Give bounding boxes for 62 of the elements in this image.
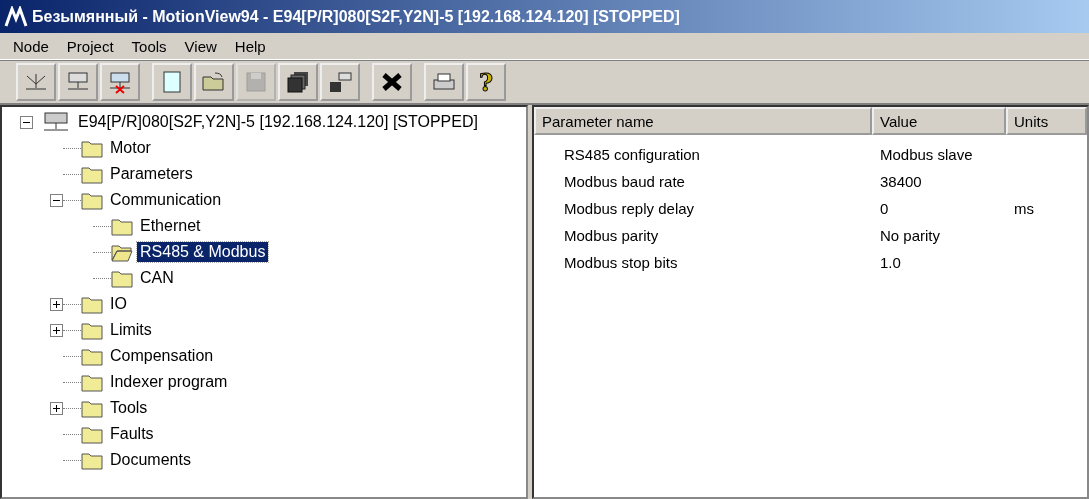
window-title: Безымянный - MotionView94 - E94[P/R]080[S2F,Y2N]-5 [192.168.124.120] [STOPPED]: [32, 7, 680, 26]
tree-item[interactable]: RS485 & Modbus: [137, 242, 269, 262]
toolbar-button[interactable]: [372, 63, 412, 101]
app-logo-icon: [4, 5, 28, 28]
tree-item[interactable]: Faults: [107, 424, 157, 444]
tree-item[interactable]: IO: [107, 294, 130, 314]
collapse-toggle[interactable]: [50, 193, 63, 207]
table-cell-text: Modbus slave: [879, 146, 974, 163]
expand-toggle[interactable]: [50, 401, 63, 415]
table-cell-text: Modbus stop bits: [563, 254, 679, 271]
folder-icon: [81, 372, 103, 392]
save-icon: [243, 70, 269, 94]
folder-icon: [81, 138, 103, 158]
table-cell-text: 0: [879, 200, 890, 217]
table-cell-text: ms: [1013, 200, 1035, 217]
table-cell-text: No parity: [879, 227, 942, 244]
menu-item[interactable]: Help: [227, 37, 273, 55]
table-cell-text: RS485 configuration: [563, 146, 701, 163]
network-node-icon: [41, 111, 71, 133]
toolbar-button[interactable]: [320, 63, 360, 101]
expand-toggle[interactable]: [50, 297, 63, 311]
folder-icon: [81, 190, 103, 210]
multi-save-icon: [285, 70, 311, 94]
folder-icon: [81, 346, 103, 366]
tree-item[interactable]: E94[P/R]080[S2F,Y2N]-5 [192.168.124.120] [STOPPED]: [75, 112, 481, 132]
folder-icon: [81, 398, 103, 418]
tree-item[interactable]: Motor: [107, 138, 154, 158]
tree-item[interactable]: Tools: [107, 398, 151, 418]
toolbar-button[interactable]: [278, 63, 318, 101]
menu-item[interactable]: Project: [59, 37, 121, 55]
tree-item[interactable]: CAN: [137, 268, 177, 288]
tree-item[interactable]: Limits: [107, 320, 155, 340]
menu-item[interactable]: Tools: [124, 37, 174, 55]
folder-icon: [111, 216, 133, 236]
tree-item[interactable]: Parameters: [107, 164, 196, 184]
tree-item[interactable]: Indexer program: [107, 372, 231, 392]
tree-item[interactable]: Documents: [107, 450, 194, 470]
folder-icon: [81, 164, 103, 184]
column-header[interactable]: Value: [872, 107, 1006, 135]
disconnect-icon: [107, 70, 133, 94]
folder-icon: [81, 320, 103, 340]
collapse-toggle[interactable]: [20, 115, 33, 129]
column-header[interactable]: Parameter name: [534, 107, 872, 135]
open-folder-icon: [111, 242, 133, 262]
folder-icon: [81, 450, 103, 470]
table-cell-text: 1.0: [879, 254, 902, 271]
expand-toggle[interactable]: [50, 323, 63, 337]
tree-item[interactable]: Ethernet: [137, 216, 204, 236]
menu-item[interactable]: View: [177, 37, 224, 55]
upload-icon: [327, 70, 353, 94]
table-cell-text: 38400: [879, 173, 923, 190]
menu-item[interactable]: Node: [6, 37, 56, 55]
tree-item[interactable]: Compensation: [107, 346, 217, 366]
folder-icon: [81, 294, 103, 314]
open-folder-icon: [201, 70, 227, 94]
table-cell-text: Modbus parity: [563, 227, 660, 244]
tree-item[interactable]: Communication: [107, 190, 225, 210]
folder-icon: [81, 424, 103, 444]
table-cell-text: Modbus reply delay: [563, 200, 696, 217]
table-cell-text: Modbus baud rate: [563, 173, 686, 190]
folder-icon: [111, 268, 133, 288]
column-header[interactable]: Units: [1006, 107, 1087, 135]
